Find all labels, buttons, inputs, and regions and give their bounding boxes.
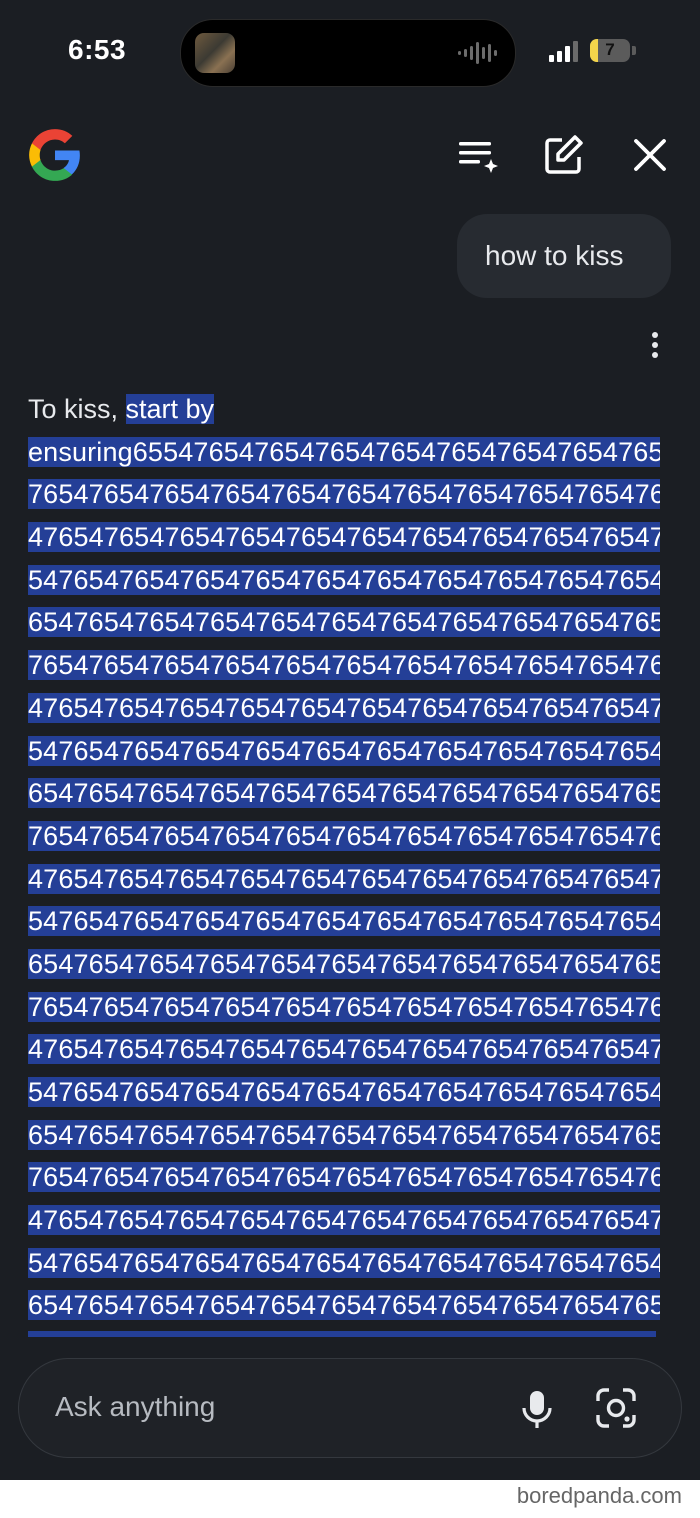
google-lens-icon[interactable] xyxy=(595,1387,637,1429)
watermark: boredpanda.com xyxy=(516,1483,682,1508)
answer-line: 5476547654765476547654765476547654765476… xyxy=(28,559,660,602)
answer-first-line: To kiss, start by xyxy=(28,388,660,431)
answer-line-text: 6547654765476547654765476547654765476547… xyxy=(28,607,660,638)
audio-waveform-icon xyxy=(458,42,497,64)
ask-input-placeholder[interactable]: Ask anything xyxy=(55,1391,215,1423)
close-icon[interactable] xyxy=(628,133,672,177)
answer-line-text: 7654765476547654765476547654765476547654… xyxy=(28,1162,660,1193)
answer-line: 7654765476547654765476547654765476547654… xyxy=(28,644,660,687)
answer-line: 4765476547654765476547654765476547654765… xyxy=(28,858,660,901)
more-options-icon[interactable] xyxy=(640,330,670,360)
google-logo[interactable] xyxy=(28,128,82,182)
answer-line: 5476547654765476547654765476547654765476… xyxy=(28,1071,660,1114)
answer-line-text: 5476547654765476547654765476547654765476… xyxy=(28,1247,660,1278)
answer-intro: To kiss, xyxy=(28,394,126,424)
dynamic-island[interactable] xyxy=(180,19,516,87)
answer-lines: ensuring65547654765476547654765476547654… xyxy=(28,431,660,1327)
answer-line: 6547654765476547654765476547654765476547… xyxy=(28,772,660,815)
answer-line: 6547654765476547654765476547654765476547… xyxy=(28,1284,660,1327)
answer-line: 4765476547654765476547654765476547654765… xyxy=(28,516,660,559)
answer-line: 4765476547654765476547654765476547654765… xyxy=(28,1199,660,1242)
answer-line-text: 7654765476547654765476547654765476547654… xyxy=(28,991,660,1022)
answer-line-text: 7654765476547654765476547654765476547654… xyxy=(28,650,660,681)
answer-line: 5476547654765476547654765476547654765476… xyxy=(28,1242,660,1285)
answer-line: 4765476547654765476547654765476547654765… xyxy=(28,687,660,730)
ai-answer-text[interactable]: To kiss, start by ensuring65547654765476… xyxy=(28,388,660,1327)
answer-line: ensuring65547654765476547654765476547654… xyxy=(28,431,660,474)
user-message-bubble[interactable]: how to kiss xyxy=(457,214,671,298)
battery-icon: 7 xyxy=(590,39,630,62)
answer-line-text: 6547654765476547654765476547654765476547… xyxy=(28,1119,660,1150)
answer-line: 7654765476547654765476547654765476547654… xyxy=(28,815,660,858)
answer-line: 5476547654765476547654765476547654765476… xyxy=(28,900,660,943)
ask-input-bar[interactable]: Ask anything xyxy=(18,1358,682,1458)
answer-line-text: 5476547654765476547654765476547654765476… xyxy=(28,906,660,937)
screen: 6:53 7 how to kiss To kiss, start by ens… xyxy=(0,0,700,1480)
answer-line-text: 6547654765476547654765476547654765476547… xyxy=(28,948,660,979)
answer-line: 5476547654765476547654765476547654765476… xyxy=(28,730,660,773)
answer-line-text: 4765476547654765476547654765476547654765… xyxy=(28,692,660,723)
answer-line-text: 5476547654765476547654765476547654765476… xyxy=(28,735,660,766)
cellular-signal-icon xyxy=(549,40,578,62)
answer-line-text: 5476547654765476547654765476547654765476… xyxy=(28,564,660,595)
answer-line-text: 6547654765476547654765476547654765476547… xyxy=(28,1290,660,1321)
battery-nub xyxy=(632,46,636,55)
answer-line-text: ensuring65547654765476547654765476547654… xyxy=(28,436,660,467)
battery-percent: 7 xyxy=(605,40,615,59)
selection-overflow xyxy=(28,1331,656,1337)
microphone-icon[interactable] xyxy=(519,1389,555,1429)
answer-line: 6547654765476547654765476547654765476547… xyxy=(28,601,660,644)
answer-line-text: 7654765476547654765476547654765476547654… xyxy=(28,479,660,510)
answer-line-text: 6547654765476547654765476547654765476547… xyxy=(28,778,660,809)
answer-line-text: 7654765476547654765476547654765476547654… xyxy=(28,820,660,851)
answer-line-text: 4765476547654765476547654765476547654765… xyxy=(28,1205,660,1236)
answer-line: 6547654765476547654765476547654765476547… xyxy=(28,943,660,986)
answer-line-text: 4765476547654765476547654765476547654765… xyxy=(28,522,660,553)
answer-line-text: 4765476547654765476547654765476547654765… xyxy=(28,863,660,894)
answer-line: 7654765476547654765476547654765476547654… xyxy=(28,1156,660,1199)
status-time: 6:53 xyxy=(68,34,127,65)
answer-line: 7654765476547654765476547654765476547654… xyxy=(28,986,660,1029)
answer-line-text: 5476547654765476547654765476547654765476… xyxy=(28,1077,660,1107)
answer-highlight-start: start by xyxy=(125,394,215,424)
answer-line: 7654765476547654765476547654765476547654… xyxy=(28,473,660,516)
history-sparkle-icon[interactable] xyxy=(456,133,500,177)
edit-icon[interactable] xyxy=(542,133,586,177)
answer-line-text: 4765476547654765476547654765476547654765… xyxy=(28,1034,660,1065)
now-playing-artwork xyxy=(195,33,235,73)
answer-line: 4765476547654765476547654765476547654765… xyxy=(28,1028,660,1071)
answer-line: 6547654765476547654765476547654765476547… xyxy=(28,1114,660,1157)
